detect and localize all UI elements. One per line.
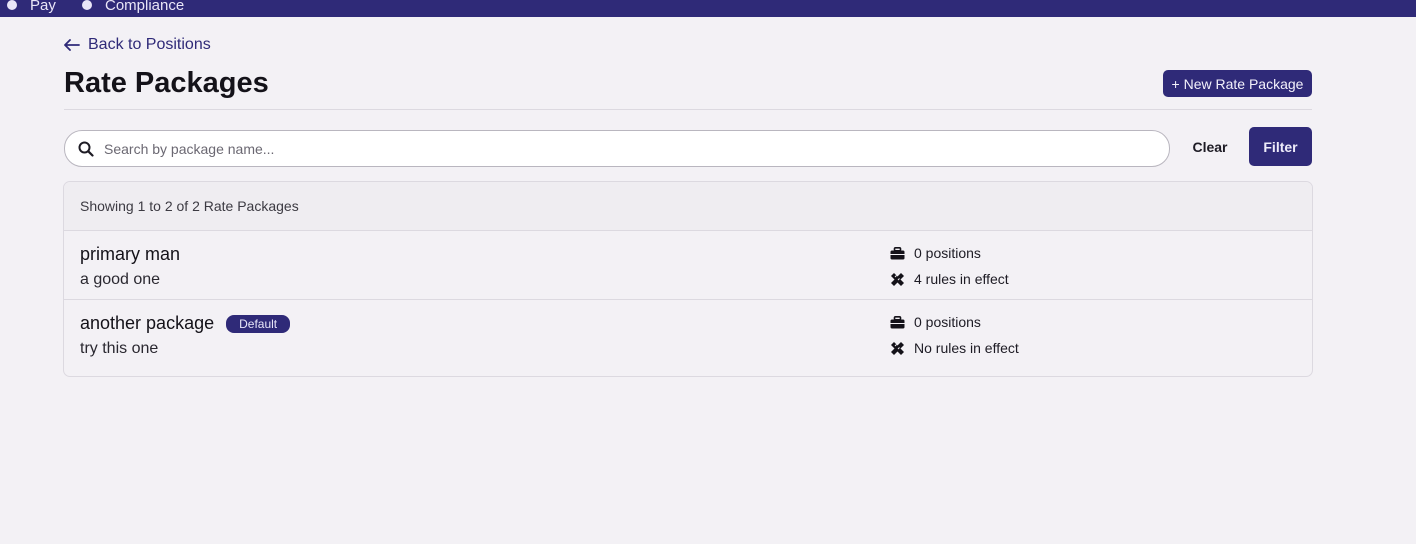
briefcase-icon [890,315,905,328]
ruler-pencil-icon [891,272,904,286]
ruler-pencil-icon [891,341,904,355]
filter-button[interactable]: Filter [1249,127,1312,166]
dot-icon [7,0,17,10]
package-name-line: primary man [80,244,180,265]
search-field [64,130,1170,167]
package-description: try this one [80,340,159,357]
rate-packages-list: Showing 1 to 2 of 2 Rate Packages primar… [63,181,1313,377]
dot-icon [82,0,92,10]
page-title: Rate Packages [64,67,269,99]
header-divider [64,109,1312,110]
package-name[interactable]: primary man [80,244,180,265]
positions-count: 0 positions [890,245,981,261]
back-to-positions-link[interactable]: Back to Positions [64,36,211,54]
default-badge: Default [226,314,291,333]
package-name-line: another package Default [80,313,291,334]
results-summary: Showing 1 to 2 of 2 Rate Packages [64,182,1312,231]
search-input[interactable] [104,140,1144,157]
list-item[interactable]: another package Default try this one 0 p… [64,300,1312,376]
positions-count: 0 positions [890,314,981,330]
rules-label: 4 rules in effect [914,271,1009,287]
nav-item-label: Pay [30,0,56,14]
nav-item-label: Compliance [105,0,185,14]
clear-button[interactable]: Clear [1180,131,1240,163]
nav-item-pay[interactable]: Pay [7,0,56,14]
rules-count: No rules in effect [890,340,1019,356]
positions-label: 0 positions [914,245,981,261]
search-icon [78,141,94,157]
package-name[interactable]: another package [80,313,214,334]
positions-label: 0 positions [914,314,981,330]
list-item[interactable]: primary man a good one 0 positions 4 rul… [64,231,1312,300]
arrow-left-icon [64,39,80,51]
back-link-label: Back to Positions [88,36,211,53]
new-rate-package-button[interactable]: + New Rate Package [1163,70,1312,97]
top-nav-bar: Pay Compliance [0,0,1416,17]
briefcase-icon [890,246,905,259]
rules-label: No rules in effect [914,340,1019,356]
nav-item-compliance[interactable]: Compliance [82,0,184,14]
package-description: a good one [80,271,161,288]
rules-count: 4 rules in effect [890,271,1009,287]
